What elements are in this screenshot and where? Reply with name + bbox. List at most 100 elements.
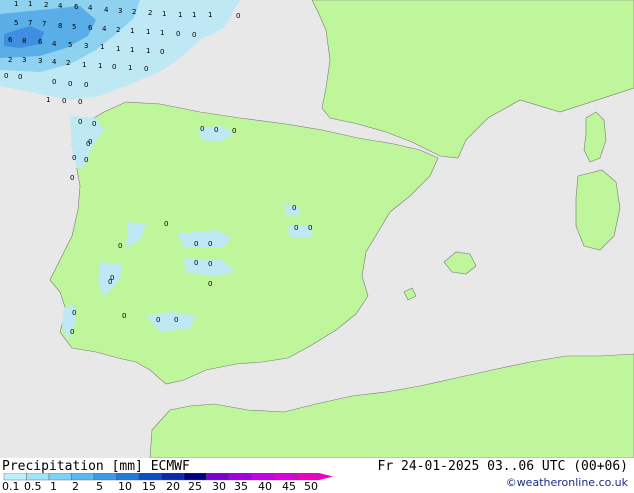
scale-swatch [251, 473, 275, 481]
precip-value-label: 0 [112, 63, 116, 71]
credit-link[interactable]: ©weatheronline.co.uk [506, 476, 628, 489]
precip-value-label: 1 [160, 29, 164, 37]
precip-value-label: 0 [70, 328, 74, 336]
scale-swatch [71, 473, 95, 481]
scale-swatch [116, 473, 140, 481]
precip-value-label: 7 [28, 19, 32, 27]
precip-value-label: 0 [70, 174, 74, 182]
precip-value-label: 0 [78, 118, 82, 126]
scale-swatch [3, 473, 27, 481]
color-scale-labels: 0.1 0.5 1 2 5 10 15 20 25 30 35 40 45 50 [0, 480, 340, 493]
precip-value-label: 0 [72, 309, 76, 317]
scale-swatch [26, 473, 50, 481]
precip-value-label: 0 [62, 97, 66, 105]
precip-value-label: 0 [118, 242, 122, 250]
precip-value-label: 0 [174, 316, 178, 324]
legend-title: Precipitation [mm] ECMWF [2, 459, 190, 474]
precip-value-label: 4 [52, 40, 57, 48]
scale-label: 30 [212, 480, 226, 493]
precip-value-label: 1 [192, 11, 196, 19]
scale-label: 25 [188, 480, 202, 493]
precip-value-label: 4 [52, 58, 57, 66]
scale-label: 15 [142, 480, 156, 493]
precip-value-label: 2 [8, 56, 12, 64]
precip-value-label: 8 [58, 22, 62, 30]
precip-value-label: 5 [72, 23, 76, 31]
precip-value-label: 0 [208, 260, 212, 268]
precip-value-label: 1 [130, 46, 134, 54]
precip-value-label: 6 [38, 38, 43, 46]
precip-value-label: 0 [144, 65, 148, 73]
precip-value-label: 0 [232, 127, 236, 135]
scale-label: 0.5 [24, 480, 42, 493]
precip-value-label: 0 [68, 80, 72, 88]
precip-value-label: 0 [176, 30, 180, 38]
scale-swatch [161, 473, 185, 481]
precip-value-label: 1 [116, 45, 120, 53]
precip-value-label: 0 [156, 316, 160, 324]
precip-value-label: 6 [74, 3, 79, 11]
precip-value-label: 0 [78, 98, 82, 106]
precip-value-label: 0 [208, 280, 212, 288]
precip-value-label: 0 [308, 224, 312, 232]
precip-value-label: 0 [164, 220, 168, 228]
precip-value-label: 0 [192, 31, 196, 39]
precip-value-label: 0 [108, 278, 112, 286]
precip-value-label: 3 [118, 7, 122, 15]
precip-value-label: 1 [162, 10, 166, 18]
scale-swatch [48, 473, 72, 481]
precip-value-label: 1 [28, 0, 32, 8]
precip-value-label: 1 [178, 11, 182, 19]
precip-value-label: 2 [44, 1, 48, 9]
precip-value-label: 6 [8, 36, 13, 44]
scale-swatch [228, 473, 252, 481]
precip-value-label: 1 [82, 61, 86, 69]
scale-label: 40 [258, 480, 272, 493]
precip-value-label: 0 [4, 72, 8, 80]
scale-label: 10 [118, 480, 132, 493]
precip-value-label: 0 [214, 126, 218, 134]
scale-label: 35 [234, 480, 248, 493]
scale-swatch [273, 473, 297, 481]
precip-value-label: 1 [128, 64, 132, 72]
precip-value-label: 5 [14, 19, 18, 27]
precip-value-label: 0 [194, 259, 198, 267]
scale-label: 20 [166, 480, 180, 493]
precip-value-label: 0 [18, 73, 22, 81]
precip-value-label: 0 [84, 81, 88, 89]
precip-value-label: 4 [58, 2, 63, 10]
precip-value-label: 0 [122, 312, 126, 320]
precip-value-label: 1 [14, 0, 18, 8]
precip-value-label: 2 [116, 26, 120, 34]
scale-swatch [93, 473, 117, 481]
scale-label: 5 [96, 480, 103, 493]
precip-value-label: 0 [292, 204, 296, 212]
scale-label: 1 [50, 480, 57, 493]
precip-value-label: 0 [72, 154, 76, 162]
precip-value-label: 0 [208, 240, 212, 248]
precip-value-label: 8 [22, 37, 26, 45]
precip-value-label: 1 [146, 47, 150, 55]
precip-value-label: 0 [194, 240, 198, 248]
precip-value-label: 0 [52, 78, 56, 86]
precip-value-label: 2 [66, 59, 70, 67]
precip-value-label: 0 [84, 156, 88, 164]
precip-value-label: 4 [102, 25, 107, 33]
precip-value-label: 0 [236, 12, 240, 20]
precip-value-label: 1 [46, 96, 50, 104]
scale-swatch [296, 473, 320, 481]
precip-value-label: 2 [132, 8, 136, 16]
scale-swatch [138, 473, 162, 481]
precip-value-label: 0 [160, 48, 164, 56]
precip-value-label: 3 [38, 57, 42, 65]
precip-value-label: 4 [88, 4, 93, 12]
scale-swatch [183, 473, 207, 481]
scale-label: 50 [304, 480, 318, 493]
forecast-datetime: Fr 24-01-2025 03..06 UTC (00+06) [377, 459, 628, 474]
precip-value-label: 1 [98, 62, 102, 70]
scale-label: 45 [282, 480, 296, 493]
scale-swatch [206, 473, 230, 481]
precip-value-label: 4 [104, 6, 109, 14]
precip-value-label: 1 [208, 11, 212, 19]
map-footer: Precipitation [mm] ECMWF Fr 24-01-2025 0… [0, 458, 634, 493]
